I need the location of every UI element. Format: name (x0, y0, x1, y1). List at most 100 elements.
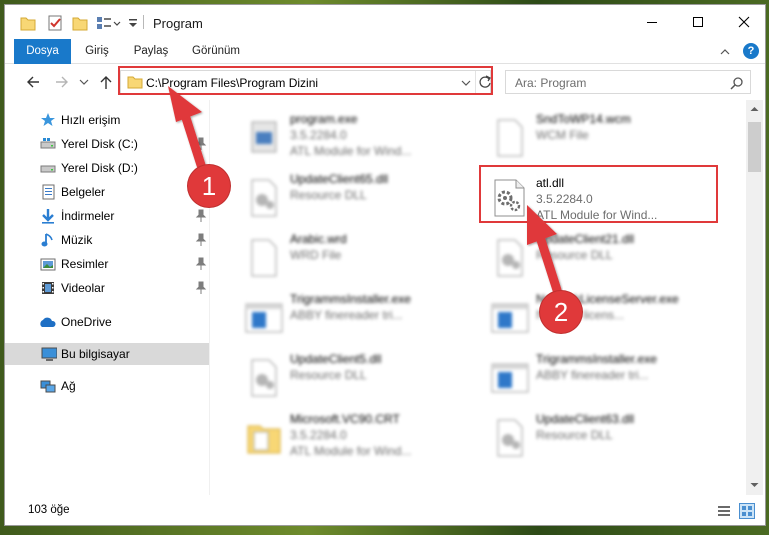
sidebar-item-network[interactable]: Ağ (5, 375, 209, 397)
view-options-icon[interactable] (95, 13, 121, 33)
file-tile[interactable]: UpdateClient63.dll Resource DLL (484, 410, 720, 466)
pin-icon[interactable] (195, 137, 207, 151)
folder-icon (20, 17, 36, 31)
item-count: 103 öğe (28, 504, 70, 516)
sidebar-item-label: Müzik (61, 233, 93, 247)
details-view-icon[interactable] (717, 504, 731, 518)
scrollbar-thumb[interactable] (748, 122, 761, 172)
file-detail: ATL Module for Wind... (536, 208, 658, 222)
customize-toolbar-icon[interactable] (127, 13, 139, 33)
pin-icon[interactable] (195, 257, 207, 271)
file-name: UpdateClient5.dll (290, 352, 382, 366)
navigation-bar: C:\Program Files\Program Dizini Ara: Pro… (5, 64, 765, 100)
file-name: program.exe (290, 112, 358, 126)
search-box[interactable]: Ara: Program (505, 70, 751, 94)
help-icon[interactable]: ? (743, 43, 759, 59)
file-tile[interactable]: Microsoft.VC90.CRT 3.5.2284.0 ATL Module… (238, 410, 474, 466)
search-icon[interactable] (730, 76, 744, 90)
file-tile[interactable]: UpdateClient65.dll Resource DLL (238, 170, 474, 226)
cloud-icon (40, 317, 56, 327)
refresh-icon[interactable] (478, 75, 492, 89)
file-name: UpdateClient21.dll (536, 232, 635, 246)
navigation-pane: Hızlı erişim Yerel Disk (C:) Yerel Disk … (5, 100, 209, 495)
sidebar-item-label: Ağ (61, 379, 76, 393)
arrow-left-icon (27, 76, 39, 88)
tab-home[interactable]: Giriş (77, 39, 117, 64)
sidebar-item-music[interactable]: Müzik (5, 229, 209, 251)
pin-icon[interactable] (195, 281, 207, 295)
dll-icon (497, 239, 523, 277)
pin-icon[interactable] (195, 209, 207, 223)
file-name: atl.dll (536, 176, 565, 190)
arrow-up-icon (100, 76, 112, 89)
sidebar-item-local-disk-c[interactable]: Yerel Disk (C:) (5, 133, 209, 155)
dll-icon (497, 419, 523, 457)
blurred-files: program.exe 3.5.2284.0 ATL Module for Wi… (210, 100, 746, 495)
chevron-down-icon[interactable] (461, 79, 471, 87)
vertical-scrollbar[interactable] (746, 100, 763, 495)
tab-share[interactable]: Paylaş (127, 39, 175, 64)
address-bar[interactable]: C:\Program Files\Program Dizini (120, 70, 491, 94)
close-button[interactable] (721, 5, 765, 39)
sidebar-item-local-disk-d[interactable]: Yerel Disk (D:) (5, 157, 209, 179)
file-detail: Resource DLL (290, 188, 367, 202)
file-tile[interactable]: SndToWP14.wcm WCM File (484, 110, 720, 166)
sidebar-item-label: Yerel Disk (D:) (61, 161, 138, 175)
minimize-button[interactable] (629, 5, 675, 39)
step-1-callout: 1 (188, 165, 230, 207)
sidebar-item-pictures[interactable]: Resimler (5, 253, 209, 275)
properties-icon[interactable] (47, 13, 65, 33)
title-separator (143, 15, 144, 29)
sidebar-item-label: OneDrive (61, 315, 112, 329)
sidebar-item-downloads[interactable]: İndirmeler (5, 205, 209, 227)
pin-icon[interactable] (195, 233, 207, 247)
sidebar-item-videos[interactable]: Videolar (5, 277, 209, 299)
file-name: TrigrammsInstaller.exe (290, 292, 411, 306)
drive-icon (40, 165, 56, 173)
sidebar-item-documents[interactable]: Belgeler (5, 181, 209, 203)
sidebar-item-quick-access[interactable]: Hızlı erişim (5, 109, 209, 131)
dll-icon (251, 359, 277, 397)
ribbon-tabs: Dosya Giriş Paylaş Görünüm ? (5, 39, 765, 64)
file-tile[interactable]: Arabic.wrd WRD File (238, 230, 474, 286)
tab-file[interactable]: Dosya (14, 39, 71, 64)
scroll-down-icon[interactable] (750, 482, 759, 488)
file-tile[interactable]: NetworkLicenseServer.exe Network licens.… (484, 290, 720, 346)
scroll-up-icon[interactable] (750, 106, 759, 112)
tab-view[interactable]: Görünüm (185, 39, 247, 64)
minimize-icon (647, 22, 657, 23)
forward-button[interactable] (51, 72, 73, 92)
file-tile[interactable]: UpdateClient21.dll Resource DLL (484, 230, 720, 286)
new-folder-icon[interactable] (71, 13, 89, 33)
dll-gear-icon (494, 179, 525, 217)
maximize-button[interactable] (675, 5, 721, 39)
step-2-callout: 2 (540, 291, 582, 333)
explorer-window: Program Dosya Giriş Paylaş Görünüm ? C:\… (4, 4, 766, 526)
address-path: C:\Program Files\Program Dizini (146, 76, 319, 90)
back-button[interactable] (22, 72, 44, 92)
file-detail: WCM File (536, 128, 589, 142)
sidebar-item-onedrive[interactable]: OneDrive (5, 311, 209, 333)
sidebar-item-this-pc[interactable]: Bu bilgisayar (5, 343, 209, 365)
file-tile[interactable]: TrigrammsInstaller.exe ABBY finereader t… (484, 350, 720, 406)
blank-file-icon (251, 239, 277, 277)
tiles-view-icon[interactable] (739, 503, 755, 519)
file-tile[interactable]: program.exe 3.5.2284.0 ATL Module for Wi… (238, 110, 474, 166)
star-icon (41, 113, 55, 126)
sidebar-item-label: Resimler (61, 257, 109, 271)
file-detail: ABBY finereader tri... (536, 368, 649, 382)
drive-icon (40, 138, 56, 149)
expand-ribbon-icon[interactable] (719, 47, 731, 57)
file-name: Arabic.wrd (290, 232, 347, 246)
file-tile[interactable]: UpdateClient5.dll Resource DLL (238, 350, 474, 406)
file-detail: WRD File (290, 248, 342, 262)
dll-icon (251, 179, 277, 217)
up-button[interactable] (95, 72, 117, 92)
search-input[interactable]: Ara: Program (515, 76, 586, 90)
arrow-right-icon (56, 76, 68, 88)
recent-locations-button[interactable] (77, 72, 91, 92)
pictures-icon (40, 258, 56, 271)
sidebar-item-label: Belgeler (61, 185, 106, 199)
file-tile-atl-dll[interactable]: atl.dll 3.5.2284.0 ATL Module for Wind..… (484, 172, 720, 228)
file-tile[interactable]: TrigrammsInstaller.exe ABBY finereader t… (238, 290, 474, 346)
